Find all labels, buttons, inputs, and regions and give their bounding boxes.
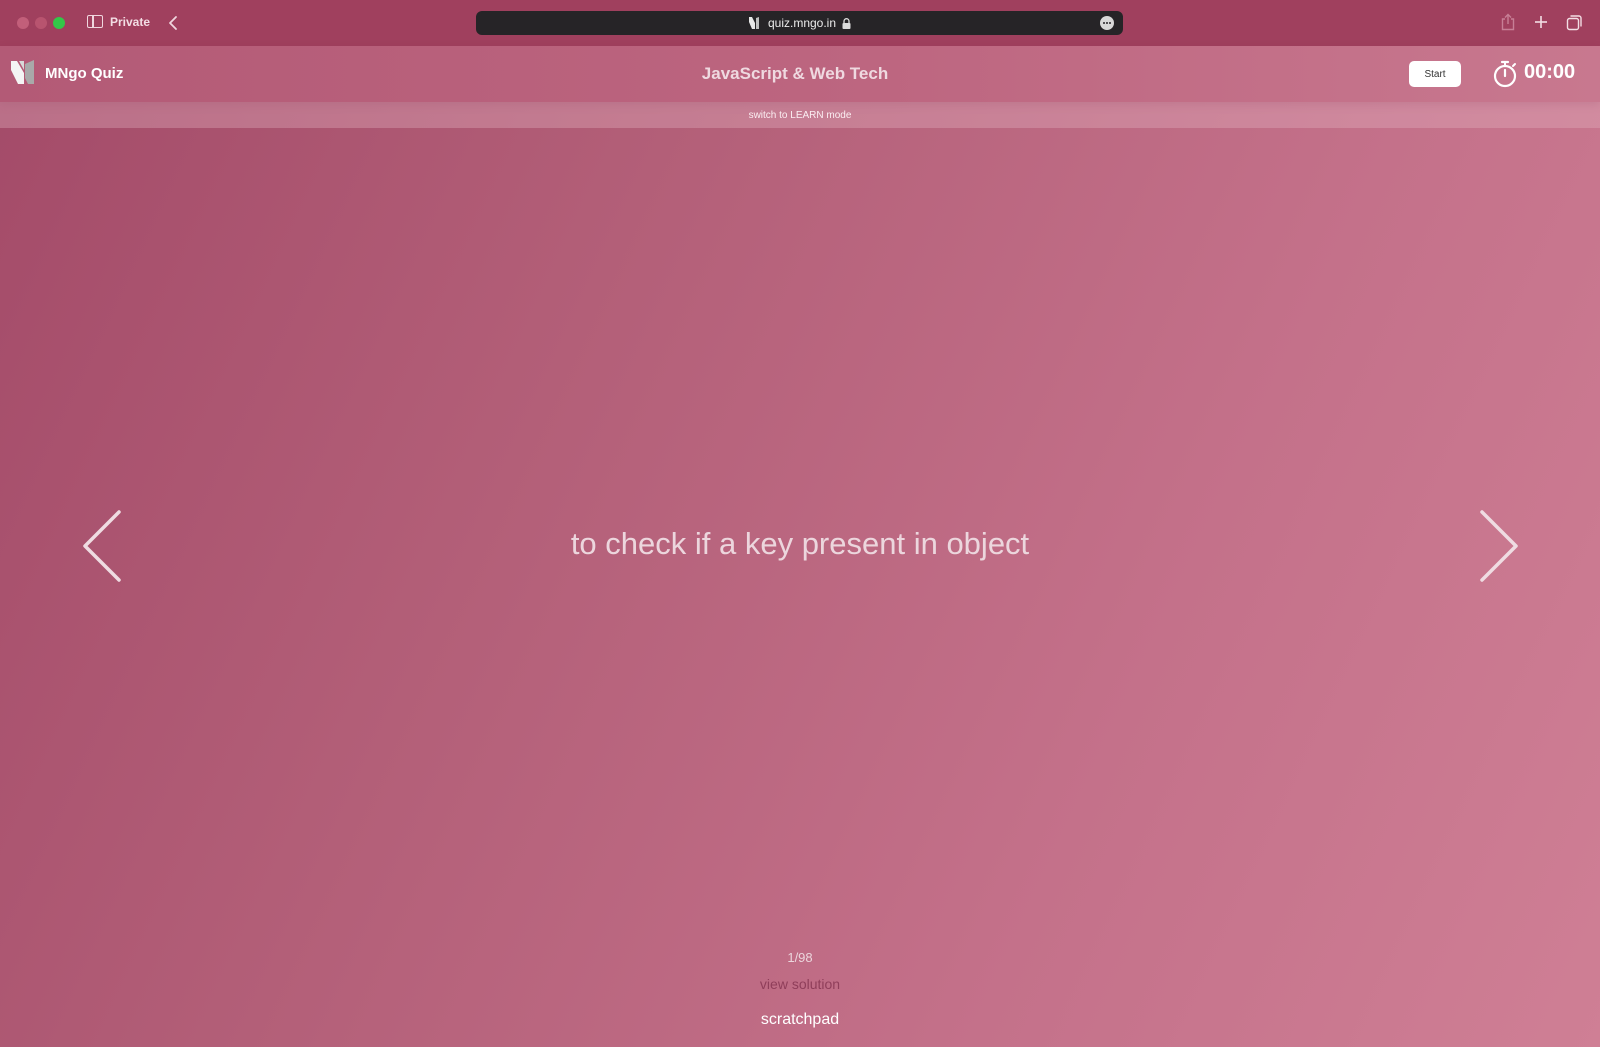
start-button[interactable]: Start bbox=[1409, 61, 1461, 87]
view-solution-link: view solution bbox=[0, 976, 1600, 992]
quiz-title: JavaScript & Web Tech bbox=[701, 64, 889, 83]
ellipsis-icon[interactable] bbox=[1100, 16, 1114, 30]
window-zoom-button[interactable] bbox=[53, 17, 65, 29]
window-close-button[interactable] bbox=[17, 17, 29, 29]
window-minimize-button[interactable] bbox=[35, 17, 47, 29]
brand-name[interactable]: MNgo Quiz bbox=[45, 65, 123, 82]
sidebar-icon[interactable] bbox=[87, 15, 103, 28]
browser-toolbar: Private quiz.mngo.in bbox=[0, 0, 1600, 46]
mngo-logo-icon[interactable] bbox=[10, 58, 38, 86]
mode-switch-bar: switch to LEARN mode bbox=[0, 102, 1600, 128]
new-tab-plus-icon[interactable] bbox=[1533, 14, 1549, 30]
view-solution-label[interactable]: view solution bbox=[760, 976, 840, 992]
scratchpad-label[interactable]: scratchpad bbox=[761, 1011, 839, 1028]
back-chevron-icon[interactable] bbox=[165, 14, 183, 32]
previous-question-arrow-icon[interactable] bbox=[80, 508, 124, 584]
address-bar[interactable]: quiz.mngo.in bbox=[476, 11, 1123, 35]
private-mode-label: Private bbox=[110, 15, 151, 29]
scratchpad-link: scratchpad bbox=[0, 1011, 1600, 1029]
share-icon[interactable] bbox=[1500, 13, 1516, 31]
tab-overview-icon[interactable] bbox=[1566, 14, 1583, 31]
stopwatch-icon bbox=[1493, 60, 1517, 88]
switch-mode-link[interactable]: switch to LEARN mode bbox=[0, 110, 1600, 121]
question-counter: 1/98 bbox=[787, 950, 813, 965]
question-text: to check if a key present in object bbox=[570, 526, 1030, 561]
url-text: quiz.mngo.in bbox=[767, 16, 837, 30]
lock-icon bbox=[842, 17, 851, 29]
site-favicon-icon bbox=[748, 17, 759, 29]
site-header: MNgo Quiz JavaScript & Web Tech Start 00… bbox=[0, 46, 1600, 102]
timer-display: 00:00 bbox=[1524, 61, 1576, 83]
next-question-arrow-icon[interactable] bbox=[1477, 508, 1521, 584]
